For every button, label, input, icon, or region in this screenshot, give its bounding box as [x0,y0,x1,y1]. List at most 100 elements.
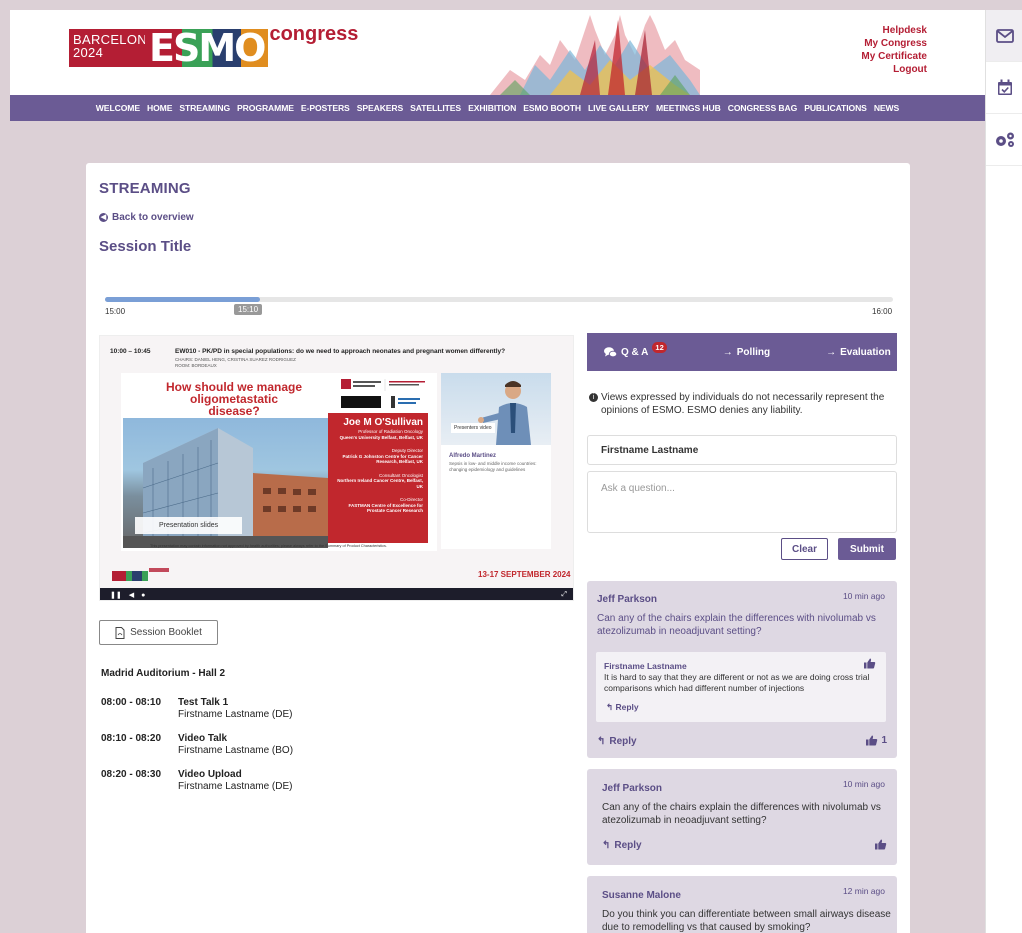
talk-item[interactable]: 08:00 - 08:10 Test Talk 1 Firstname Lastn… [101,697,401,733]
reply-card: Firstname Lastname It is hard to say tha… [596,652,886,722]
tab-qa[interactable]: Q & A 12 [604,341,667,358]
tab-evaluation-label: Evaluation [840,346,891,358]
nested-reply-link[interactable]: ↰ Reply [606,702,639,713]
nav-programme[interactable]: PROGRAMME [237,103,294,113]
reply-label: Reply [614,840,642,851]
reply-arrow-icon: ↰ [602,840,611,851]
pdf-icon [115,626,125,639]
speaker-line: Consultant Oncologist Northern Ireland Ca… [333,473,423,490]
timeline-progress [105,297,261,302]
talk-item[interactable]: 08:20 - 08:30 Video Upload Firstname Last… [101,769,401,805]
esmo-congress-logo[interactable]: BARCELONA 2024 ESMO congress [69,23,358,67]
video-player[interactable]: 10:00 – 10:45 EW010 - PK/PD in special p… [99,335,574,601]
clear-button[interactable]: Clear [781,538,828,560]
nav-welcome[interactable]: WELCOME [96,103,140,113]
nav-streaming[interactable]: STREAMING [179,103,230,113]
tab-polling-label: Polling [736,346,771,358]
session-booklet-button[interactable]: Session Booklet [99,620,218,645]
nav-exhibition[interactable]: EXHIBITION [468,103,516,113]
nav-publications[interactable]: PUBLICATIONS [804,103,867,113]
helpdesk-link[interactable]: Helpdesk [861,24,927,37]
question-text: Do you think you can differentiate betwe… [602,909,891,933]
presenter-photo: Presenters video [441,373,551,445]
presenter-name: Alfredo Martinez [449,453,497,459]
disclaimer-notice: i Views expressed by individuals do not … [589,391,897,417]
session-timeline[interactable] [105,297,893,302]
calendar-check-icon [997,79,1012,95]
my-congress-link[interactable]: My Congress [861,37,927,50]
mail-button[interactable] [986,10,1022,62]
slide-disclaimer: This presentation may contain informatio… [150,544,388,548]
esmo-small-logo-mark [112,568,169,581]
logo-congress: congress [269,23,359,45]
talk-title: Video Talk [178,733,228,744]
arrow-right-icon: → [826,346,837,358]
calendar-button[interactable] [986,62,1022,114]
speaker-role: Deputy Director [391,448,423,453]
settings-button[interactable] [986,114,1022,166]
account-links: Helpdesk My Congress My Certificate Logo… [861,24,927,76]
university-logos [341,379,425,408]
nav-speakers[interactable]: SPEAKERS [357,103,404,113]
speaker-role: Professor of Radiation Oncology [358,429,423,434]
speaker-name: Joe M O'Sullivan [343,417,423,428]
question-card: Jeff Parkson 10 min ago Can any of the c… [587,769,897,865]
reply-link[interactable]: ↰ Reply [602,840,642,851]
fullscreen-icon[interactable]: ⤢ [561,591,567,599]
talk-title: Test Talk 1 [178,697,229,708]
my-certificate-link[interactable]: My Certificate [861,50,927,63]
thumbs-up-icon [875,839,887,850]
name-field[interactable]: Firstname Lastname [587,435,897,465]
question-author: Susanne Malone [602,890,681,901]
arrow-right-icon: → [722,346,733,358]
video-time-slot: 10:00 – 10:45 [110,348,151,355]
talk-speaker: Firstname Lastname (DE) [178,781,293,792]
talk-time: 08:20 - 08:30 [101,769,162,780]
nav-news[interactable]: NEWS [874,103,899,113]
reply-label: Reply [615,702,639,712]
reply-link[interactable]: ↰ Reply [597,736,637,747]
speaker-affiliation: Queen's University Belfast, Belfast, UK [339,434,423,440]
talk-list: 08:00 - 08:10 Test Talk 1 Firstname Lastn… [101,697,401,805]
reply-arrow-icon: ↰ [606,702,614,712]
nav-congress-bag[interactable]: CONGRESS BAG [728,103,798,113]
tab-polling[interactable]: → Polling [723,347,770,358]
settings-gears-icon [995,132,1014,147]
like-count: 1 [881,735,887,746]
speaker-role: Consultant Oncologist [378,472,423,478]
like-button[interactable]: 1 [866,735,887,746]
nav-home[interactable]: HOME [147,103,172,113]
nav-meetings-hub[interactable]: MEETINGS HUB [656,103,721,113]
submit-button[interactable]: Submit [838,538,896,560]
talk-time: 08:00 - 08:10 [101,697,162,708]
volume-icon[interactable]: ◀ [129,591,134,599]
slide-question: How should we manage oligometastatic dis… [165,380,303,418]
like-button[interactable] [875,839,887,850]
session-booklet-label: Session Booklet [130,627,202,638]
speaker-affiliation: Patrick G Johnston Centre for Cancer Res… [342,453,423,465]
speaker-affiliation: Northern Ireland Cancer Centre, Belfast,… [337,478,423,489]
nav-e-posters[interactable]: E-POSTERS [301,103,350,113]
tab-qa-label: Q & A [621,346,649,358]
talk-item[interactable]: 08:10 - 08:20 Video Talk Firstname Lastna… [101,733,401,769]
nav-esmo-booth[interactable]: ESMO BOOTH [523,103,581,113]
thumbs-up-icon[interactable] [864,658,876,669]
video-session-title: EW010 - PK/PD in special populations: do… [175,348,506,355]
question-time: 12 min ago [842,886,885,896]
question-input[interactable]: Ask a question... [587,471,897,533]
nav-live-gallery[interactable]: LIVE GALLERY [588,103,649,113]
disclaimer-text: Views expressed by individuals do not ne… [601,392,885,416]
speaker-panel: Joe M O'Sullivan Professor of Radiation … [328,413,428,543]
talk-speaker: Firstname Lastname (DE) [178,709,293,720]
video-room-text: ROOM: BORDEAUX [175,363,217,368]
tab-evaluation[interactable]: → Evaluation [826,347,891,358]
logout-link[interactable]: Logout [861,63,927,76]
back-to-overview-link[interactable]: ◀ Back to overview [99,212,194,223]
pause-icon[interactable]: ❚❚ [110,591,122,599]
nav-satellites[interactable]: SATELLITES [410,103,461,113]
talk-title: Video Upload [178,769,242,780]
reply-text: It is hard to say that they are differen… [604,672,870,693]
site-header: BARCELONA 2024 ESMO congress Helpdesk My… [10,10,985,95]
speaker-affiliation: FASTMAN Centre of Excellence for Prostat… [348,502,423,514]
chat-bubbles-icon [604,346,617,357]
